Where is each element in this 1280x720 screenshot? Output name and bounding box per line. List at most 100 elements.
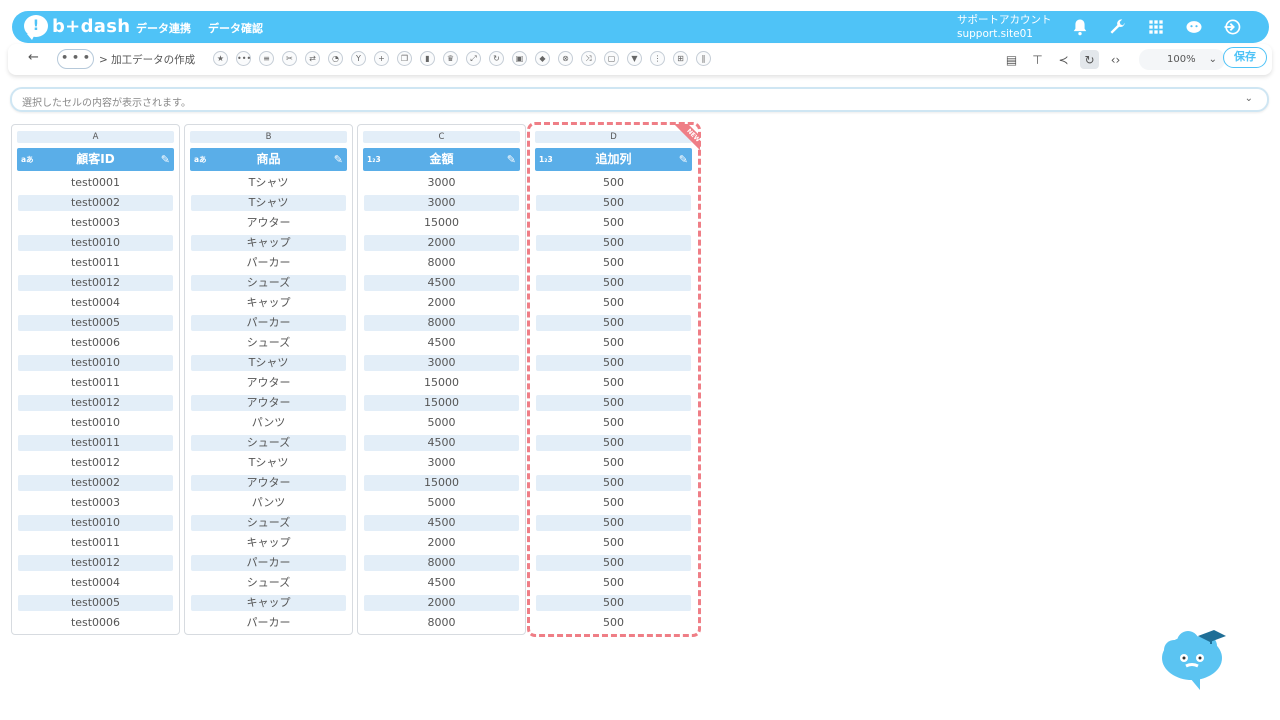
table-cell[interactable]: パンツ — [191, 493, 346, 513]
clipboard-icon[interactable]: ▤ — [1002, 50, 1021, 69]
table-cell[interactable]: 500 — [536, 213, 691, 233]
table-cell[interactable]: 4500 — [364, 573, 519, 593]
table-cell[interactable]: 500 — [536, 595, 691, 611]
logout-icon[interactable] — [1220, 15, 1244, 39]
star-icon[interactable]: ★ — [213, 51, 228, 66]
table-cell[interactable]: 15000 — [364, 213, 519, 233]
table-cell[interactable]: 500 — [536, 555, 691, 571]
table-cell[interactable]: 2000 — [364, 293, 519, 313]
table-cell[interactable]: 2000 — [364, 595, 519, 611]
table-cell[interactable]: 500 — [536, 515, 691, 531]
table-cell[interactable]: Tシャツ — [191, 355, 346, 371]
table-cell[interactable]: シューズ — [191, 435, 346, 451]
table-cell[interactable]: シューズ — [191, 515, 346, 531]
refresh-doc-icon[interactable]: ↻ — [1080, 50, 1099, 69]
table-cell[interactable]: パーカー — [191, 555, 346, 571]
table-cell[interactable]: 15000 — [364, 475, 519, 491]
table-cell[interactable]: test0004 — [18, 293, 173, 313]
table-cell[interactable]: 500 — [536, 395, 691, 411]
box-icon[interactable]: ◆ — [535, 51, 550, 66]
table-cell[interactable]: 500 — [536, 493, 691, 513]
table-icon[interactable]: ⊞ — [673, 51, 688, 66]
column-header[interactable]: 1₂3 金額 ✎ — [363, 148, 520, 171]
table-cell[interactable]: test0012 — [18, 395, 173, 411]
copy-icon[interactable]: ❐ — [397, 51, 412, 66]
table-cell[interactable]: 2000 — [364, 235, 519, 251]
pencil-icon[interactable]: ✎ — [334, 148, 343, 171]
table-cell[interactable]: パンツ — [191, 413, 346, 433]
column-header[interactable]: aあ 商品 ✎ — [190, 148, 347, 171]
hierarchy-icon[interactable]: ⊤ — [1028, 50, 1047, 69]
table-cell[interactable]: test0011 — [18, 253, 173, 273]
table-cell[interactable]: 500 — [536, 235, 691, 251]
columns-icon[interactable]: ∥ — [696, 51, 711, 66]
table-cell[interactable]: パーカー — [191, 253, 346, 273]
table-cell[interactable]: test0011 — [18, 373, 173, 393]
table-cell[interactable]: test0004 — [18, 573, 173, 593]
table-cell[interactable]: 4500 — [364, 333, 519, 353]
table-cell[interactable]: test0010 — [18, 413, 173, 433]
tools-icon[interactable]: ✂ — [282, 51, 297, 66]
table-cell[interactable]: test0011 — [18, 435, 173, 451]
table-cell[interactable]: 500 — [536, 613, 691, 633]
table-cell[interactable]: 2000 — [364, 533, 519, 553]
share-icon[interactable]: ≺ — [1054, 50, 1073, 69]
table-cell[interactable]: 3000 — [364, 173, 519, 193]
table-cell[interactable]: アウター — [191, 475, 346, 491]
table-cell[interactable]: 500 — [536, 355, 691, 371]
table-cell[interactable]: キャップ — [191, 235, 346, 251]
table-cell[interactable]: 5000 — [364, 413, 519, 433]
cell-content-bar[interactable]: 選択したセルの内容が表示されます。 ⌄ — [10, 87, 1269, 112]
pencil-icon[interactable]: ✎ — [507, 148, 516, 171]
table-cell[interactable]: 500 — [536, 293, 691, 313]
table-cell[interactable]: キャップ — [191, 533, 346, 553]
more-dots-icon[interactable]: ••• — [236, 51, 251, 66]
table-cell[interactable]: test0002 — [18, 475, 173, 491]
table-cell[interactable]: 500 — [536, 253, 691, 273]
column-header[interactable]: aあ 顧客ID ✎ — [17, 148, 174, 171]
wrench-icon[interactable] — [1106, 15, 1130, 39]
frame-icon[interactable]: ▢ — [604, 51, 619, 66]
expand-icon[interactable]: ⤢ — [466, 51, 481, 66]
table-cell[interactable]: test0011 — [18, 533, 173, 553]
table-cell[interactable]: 500 — [536, 453, 691, 473]
table-cell[interactable]: シューズ — [191, 573, 346, 593]
mascot-helper-icon[interactable] — [1160, 624, 1228, 692]
table-cell[interactable]: 15000 — [364, 373, 519, 393]
table-cell[interactable]: 500 — [536, 173, 691, 193]
cancel-icon[interactable]: ⊗ — [558, 51, 573, 66]
swap-icon[interactable]: ⇄ — [305, 51, 320, 66]
table-cell[interactable]: test0003 — [18, 213, 173, 233]
table-cell[interactable]: パーカー — [191, 613, 346, 633]
table-cell[interactable]: 3000 — [364, 195, 519, 211]
bell-icon[interactable] — [1068, 15, 1092, 39]
repeat-icon[interactable]: ↻ — [489, 51, 504, 66]
crown-icon[interactable]: ♛ — [443, 51, 458, 66]
table-cell[interactable]: 500 — [536, 333, 691, 353]
table-cell[interactable]: 3000 — [364, 453, 519, 473]
back-button[interactable]: ← — [28, 50, 39, 65]
table-cell[interactable]: 500 — [536, 315, 691, 331]
pencil-icon[interactable]: ✎ — [161, 148, 170, 171]
table-cell[interactable]: test0003 — [18, 493, 173, 513]
table-cell[interactable]: アウター — [191, 373, 346, 393]
timer-icon[interactable]: ◔ — [328, 51, 343, 66]
filter-icon[interactable]: ▼ — [627, 51, 642, 66]
column-header[interactable]: 1₂3 追加列 ✎ — [535, 148, 692, 171]
list-icon[interactable]: ≡ — [259, 51, 274, 66]
table-cell[interactable]: 500 — [536, 533, 691, 553]
table-cell[interactable]: 4500 — [364, 515, 519, 531]
table-cell[interactable]: 500 — [536, 475, 691, 491]
table-cell[interactable]: test0005 — [18, 315, 173, 331]
table-cell[interactable]: test0006 — [18, 613, 173, 633]
table-cell[interactable]: 500 — [536, 195, 691, 211]
zoom-select[interactable]: 100% ⌄ — [1139, 49, 1225, 70]
table-cell[interactable]: アウター — [191, 395, 346, 411]
table-cell[interactable]: test0010 — [18, 235, 173, 251]
table-cell[interactable]: 500 — [536, 275, 691, 291]
table-cell[interactable]: アウター — [191, 213, 346, 233]
table-cell[interactable]: 3000 — [364, 355, 519, 371]
table-cell[interactable]: test0005 — [18, 595, 173, 611]
table-cell[interactable]: test0012 — [18, 275, 173, 291]
table-cell[interactable]: 500 — [536, 413, 691, 433]
